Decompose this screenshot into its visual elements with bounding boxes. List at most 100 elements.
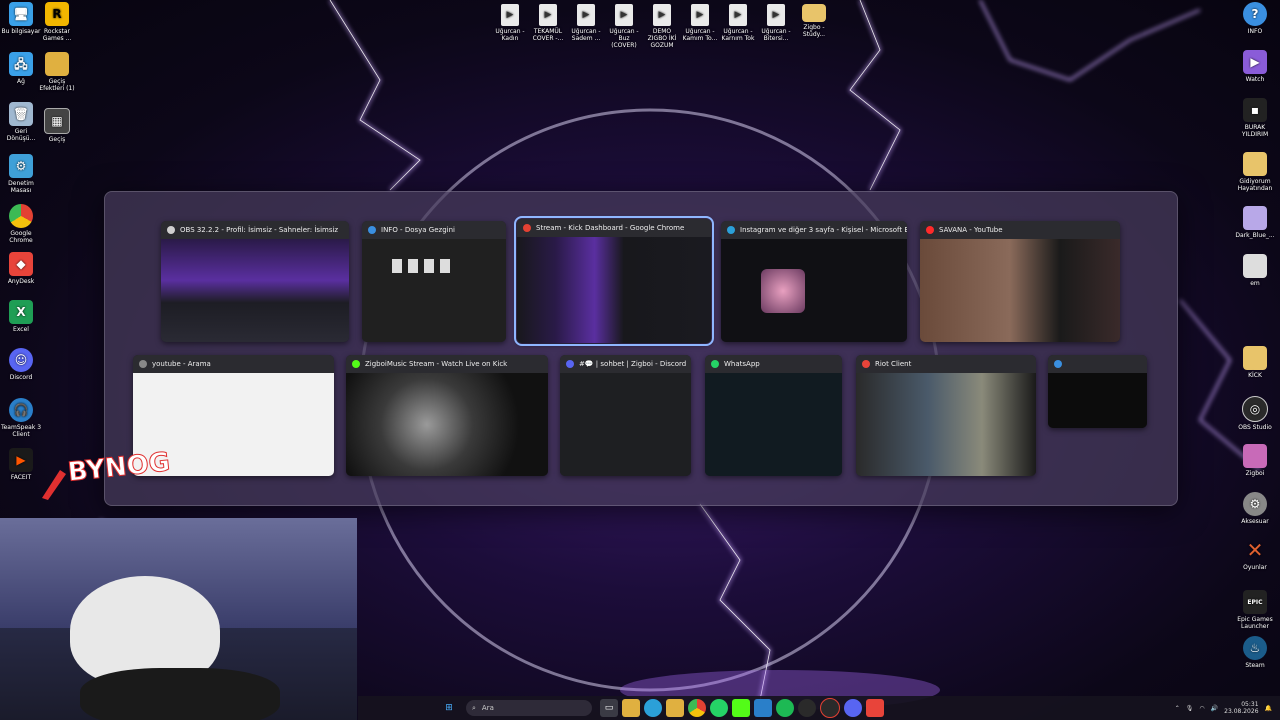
window-thumbnail-discord[interactable]: #💬 | sohbet | Zigboi - Discord <box>560 355 691 476</box>
desktop-icon-video[interactable]: ▶ Uğurcan - Karnım Tok <box>720 4 756 49</box>
folder-icon <box>45 52 69 76</box>
desktop-icon-steam[interactable]: ♨ Steam <box>1234 636 1276 676</box>
folder-icon <box>1243 152 1267 176</box>
wifi-icon[interactable]: ◠ <box>1199 705 1204 712</box>
desktop-icon-zigboi[interactable]: Zigboi <box>1234 444 1276 492</box>
desktop-icon-faceit[interactable]: ▶ FACEIT <box>0 448 42 494</box>
clock[interactable]: 05:31 23.08.2026 <box>1224 701 1258 715</box>
desktop-icons-left-2: R Rockstar Games ... Geçiş Efektleri (1) … <box>36 2 78 148</box>
window-thumbnail-kick-stream[interactable]: ZigboiMusic Stream - Watch Live on Kick <box>346 355 548 476</box>
desktop-icon-epic[interactable]: EPIC Epic Games Launcher <box>1234 590 1276 636</box>
logo-text: BYNOG <box>66 447 171 488</box>
window-title-bar: Riot Client <box>856 355 1036 373</box>
window-thumbnail-whatsapp[interactable]: WhatsApp <box>705 355 842 476</box>
folder-icon <box>1243 346 1267 370</box>
discord-taskbar-icon[interactable] <box>844 699 862 717</box>
riot-icon <box>862 360 870 368</box>
mic-icon[interactable]: 🎙 <box>1186 705 1194 712</box>
file-explorer-taskbar-icon[interactable] <box>622 699 640 717</box>
faceit-icon: ▶ <box>9 448 33 472</box>
window-thumbnail-obs[interactable]: OBS 32.2.2 - Profil: İsimsiz - Sahneler:… <box>161 221 349 342</box>
desktop-icon-video[interactable]: ▶ Uğurcan - Buz (COVER) <box>606 4 642 49</box>
start-button[interactable]: ⊞ <box>440 699 458 717</box>
video-file-icon: ▶ <box>767 4 785 26</box>
window-title-bar: Instagram ve diğer 3 sayfa - Kişisel - M… <box>721 221 907 239</box>
obs-taskbar-icon[interactable] <box>798 699 816 717</box>
desktop-icon-video[interactable]: ▶ Uğurcan - Sadem ... <box>568 4 604 49</box>
edge-taskbar-icon[interactable] <box>644 699 662 717</box>
notification-icon[interactable]: 🔔 <box>1265 705 1272 712</box>
folder-icon <box>368 226 376 234</box>
logo-mark <box>42 470 66 500</box>
desktop-icon-excel[interactable]: X Excel <box>0 300 42 348</box>
spotify-taskbar-icon[interactable] <box>776 699 794 717</box>
desktop-icon-oyunlar[interactable]: ✕ Oyunlar <box>1234 538 1276 590</box>
desktop-icon-video[interactable]: ▶ TEKAMÜL COVER -... <box>530 4 566 49</box>
chevron-up-icon[interactable]: ⌃ <box>1175 705 1180 712</box>
preview-image <box>761 269 805 313</box>
webcam-person-body <box>80 668 280 720</box>
desktop-icon-video[interactable]: ▶ Uğurcan - Kamım To... <box>682 4 718 49</box>
obs-icon: ◎ <box>1242 396 1268 422</box>
desktop-icon-aksesuar[interactable]: ⚙ Aksesuar <box>1234 492 1276 538</box>
window-thumbnail-youtube-savana[interactable]: SAVANA - YouTube <box>920 221 1120 342</box>
anydesk-icon: ◆ <box>9 252 33 276</box>
chrome-taskbar-icon[interactable] <box>688 699 706 717</box>
file-icon <box>440 259 450 273</box>
recycle-bin-icon: 🗑 <box>9 102 33 126</box>
window-thumbnail-terminal[interactable] <box>1048 355 1147 428</box>
desktop-icon-burak[interactable]: ▪ BURAK YILDIRIM <box>1234 98 1276 152</box>
window-thumbnail-chrome-kick[interactable]: Stream - Kick Dashboard - Google Chrome <box>514 216 714 346</box>
video-file-icon: ▶ <box>501 4 519 26</box>
desktop-icon-control-panel[interactable]: ⚙ Denetim Masası <box>0 154 42 204</box>
folder-taskbar-icon[interactable] <box>666 699 684 717</box>
steam-icon: ♨ <box>1243 636 1267 660</box>
app-taskbar-icon[interactable] <box>820 698 840 718</box>
close-icon: ✕ <box>1246 537 1264 562</box>
whatsapp-icon <box>711 360 719 368</box>
taskbar-search[interactable]: ⌕ Ara <box>466 700 592 716</box>
edge-icon <box>727 226 735 234</box>
desktop-icon-video[interactable]: ▶ DEMO ZIGBO İKİ GOZUM <box>644 4 680 49</box>
desktop-icon-gecis-efektleri[interactable]: Geçiş Efektleri (1) <box>36 52 78 108</box>
window-title-bar: youtube - Arama <box>133 355 334 373</box>
webcam-overlay <box>0 518 357 720</box>
discord-icon: ☺ <box>9 348 33 372</box>
task-view-button[interactable]: ▭ <box>600 699 618 717</box>
teamspeak-icon: 🎧 <box>9 398 33 422</box>
desktop-icon-rockstar[interactable]: R Rockstar Games ... <box>36 2 78 52</box>
desktop-icon-gidiyorum[interactable]: Gidiyorum Hayatından <box>1234 152 1276 206</box>
desktop-icon-watch[interactable]: ▶ Watch <box>1234 50 1276 98</box>
desktop-icon-gecis[interactable]: ▦ Geçiş <box>36 108 78 148</box>
desktop-icon-teamspeak[interactable]: 🎧 TeamSpeak 3 Client <box>0 398 42 448</box>
desktop-icon-chrome[interactable]: Google Chrome <box>0 204 42 252</box>
folder-icon <box>802 4 826 22</box>
window-preview <box>362 239 506 342</box>
desktop-icon-info[interactable]: ? INFO <box>1234 2 1276 50</box>
video-file-icon: ▶ <box>653 4 671 26</box>
window-preview <box>920 239 1120 342</box>
desktop-icon-video[interactable]: ▶ Uğurcan - Bitersi... <box>758 4 794 49</box>
desktop-icon-em[interactable]: em <box>1234 254 1276 346</box>
rockstar-icon: R <box>45 2 69 26</box>
desktop-icon-folder[interactable]: Zigbo - Stüdy... <box>796 4 832 49</box>
youtube-icon <box>926 226 934 234</box>
desktop-icon-kick[interactable]: KİCK <box>1234 346 1276 396</box>
desktop-icons-top: ▶ Uğurcan - Kadın ▶ TEKAMÜL COVER -... ▶ Uğ… <box>492 4 832 49</box>
riot-taskbar-icon[interactable] <box>866 699 884 717</box>
desktop-icon-dark-blue[interactable]: Dark_Blue_... <box>1234 206 1276 254</box>
desktop-icon-anydesk[interactable]: ◆ AnyDesk <box>0 252 42 300</box>
mail-taskbar-icon[interactable] <box>754 699 772 717</box>
desktop-icon-video[interactable]: ▶ Uğurcan - Kadın <box>492 4 528 49</box>
window-thumbnail-riot-client[interactable]: Riot Client <box>856 355 1036 476</box>
volume-icon[interactable]: 🔊 <box>1211 705 1218 712</box>
video-file-icon: ▶ <box>577 4 595 26</box>
kick-taskbar-icon[interactable] <box>732 699 750 717</box>
desktop-icon-obs[interactable]: ◎ OBS Studio <box>1234 396 1276 444</box>
window-thumbnail-edge-instagram[interactable]: Instagram ve diğer 3 sayfa - Kişisel - M… <box>721 221 907 342</box>
window-preview <box>721 239 907 342</box>
whatsapp-taskbar-icon[interactable] <box>710 699 728 717</box>
desktop-icon-discord[interactable]: ☺ Discord <box>0 348 42 398</box>
window-thumbnail-file-explorer[interactable]: INFO - Dosya Gezgini <box>362 221 506 342</box>
chrome-icon <box>523 224 531 232</box>
